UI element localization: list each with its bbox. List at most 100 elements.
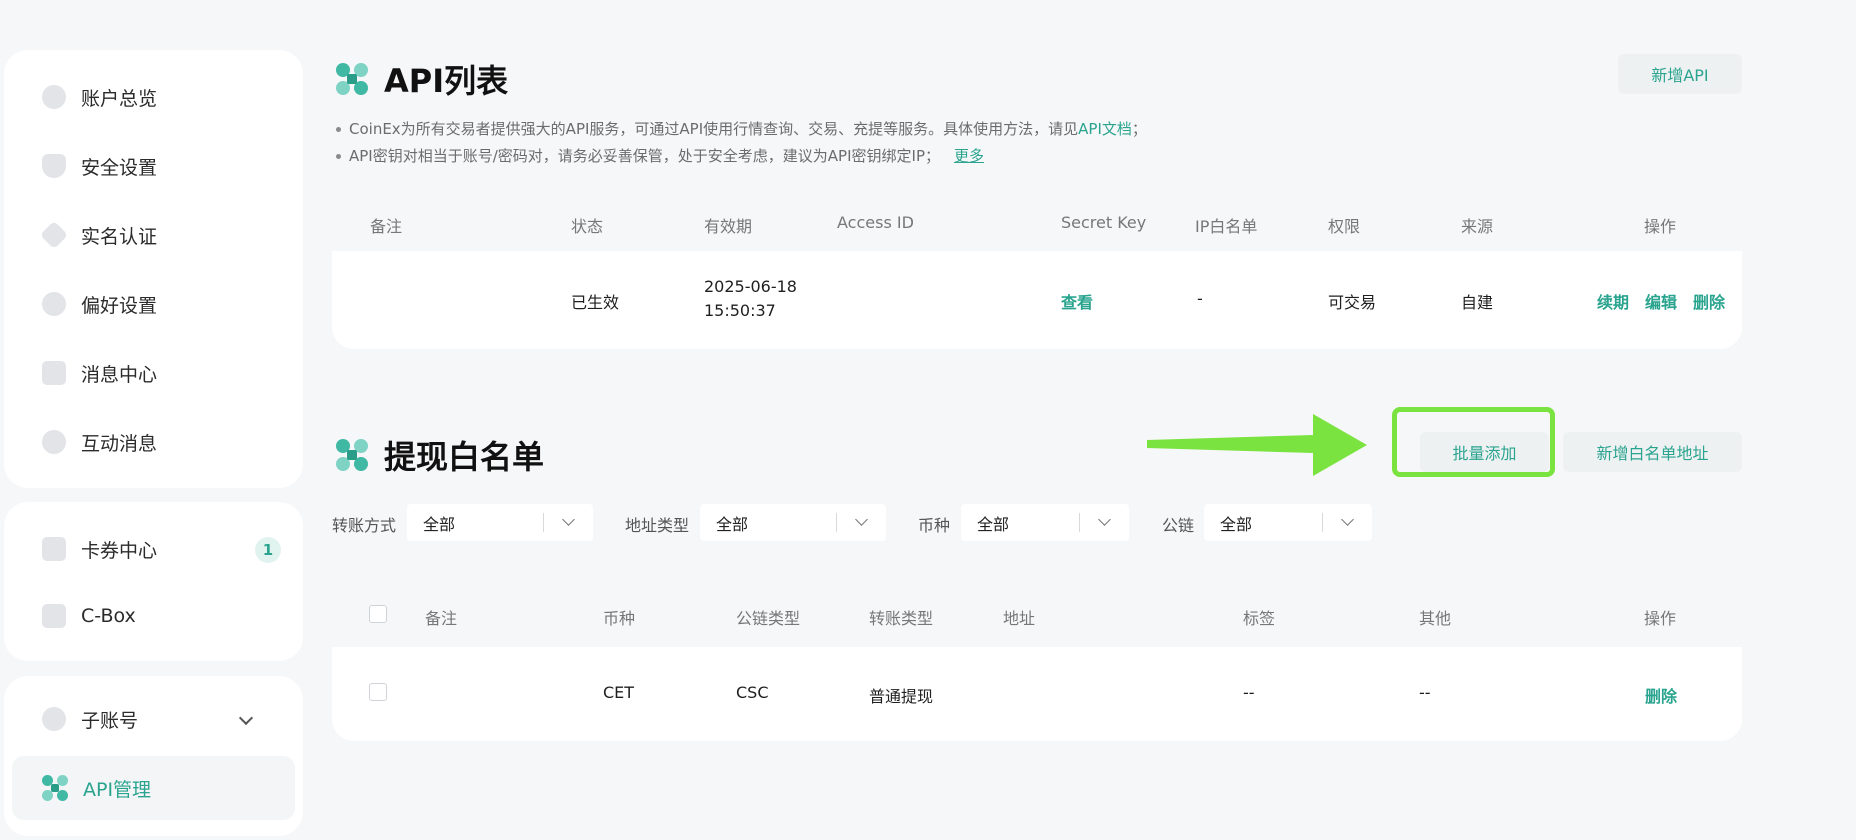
api-table-header: 备注 状态 有效期 Access ID Secret Key IP白名单 权限 … (332, 195, 1742, 251)
section-title: 提现白名单 (384, 438, 545, 476)
expiry-date-cell: 2025-06-18 (704, 277, 797, 296)
chat-bubble-icon (42, 430, 66, 454)
select-all-checkbox[interactable] (369, 605, 387, 623)
chevron-down-icon (1341, 513, 1354, 526)
select-value: 全部 (977, 514, 1010, 534)
transfer-type-cell: 普通提现 (869, 687, 934, 706)
bullet-icon (336, 154, 341, 159)
chevron-down-icon (855, 513, 868, 526)
note-text-end: ； (1131, 120, 1147, 138)
filter-label-coin: 币种 (918, 516, 951, 535)
column-header: 备注 (425, 609, 458, 628)
arrow-annotation-icon (1147, 414, 1367, 476)
sidebar-item-coupons[interactable]: 卡券中心 1 (12, 517, 295, 581)
sidebar-item-label: 子账号 (81, 709, 139, 732)
select-value: 全部 (1220, 514, 1253, 534)
count-badge: 1 (255, 537, 281, 563)
api-note-2: API密钥对相当于账号/密码对，请务必妥善保管，处于安全考虑，建议为API密钥绑… (336, 143, 1147, 170)
expiry-time-cell: 15:50:37 (704, 301, 776, 320)
sidebar-item-label: 卡券中心 (81, 539, 158, 562)
note-text: CoinEx为所有交易者提供强大的API服务，可通过API使用行情查询、交易、充… (349, 120, 1079, 138)
select-divider (1322, 513, 1323, 532)
sidebar-item-label: 消息中心 (81, 363, 158, 386)
delete-link[interactable]: 删除 (1645, 683, 1677, 707)
chain-cell: CSC (736, 683, 769, 702)
box-icon (42, 604, 66, 628)
other-cell: -- (1419, 683, 1431, 702)
sidebar-item-cbox[interactable]: C-Box (12, 584, 295, 648)
ip-whitelist-cell: - (1197, 289, 1203, 308)
whitelist-table: 备注 币种 公链类型 转账类型 地址 标签 其他 操作 CET CSC 普通提现… (332, 584, 1742, 741)
address-type-select[interactable]: 全部 (700, 504, 886, 541)
sidebar-item-label: C-Box (81, 605, 136, 627)
add-api-button[interactable]: 新增API (1618, 54, 1742, 94)
column-header: 来源 (1461, 217, 1494, 236)
table-row: CET CSC 普通提现 -- -- 删除 (332, 647, 1742, 741)
column-header: 状态 (571, 217, 604, 236)
column-header: 公链类型 (736, 609, 801, 628)
sidebar-item-api-management[interactable]: API管理 (12, 756, 295, 820)
add-whitelist-address-button[interactable]: 新增白名单地址 (1563, 432, 1742, 472)
chain-select[interactable]: 全部 (1204, 504, 1372, 541)
column-header: 其他 (1419, 609, 1452, 628)
edit-link[interactable]: 编辑 (1645, 289, 1677, 313)
bullet-icon (336, 127, 341, 132)
column-header: 有效期 (704, 217, 753, 236)
select-divider (836, 513, 837, 532)
sidebar-item-sub-accounts[interactable]: 子账号 (12, 687, 295, 751)
batch-add-button[interactable]: 批量添加 (1420, 432, 1549, 472)
api-table: 备注 状态 有效期 Access ID Secret Key IP白名单 权限 … (332, 195, 1742, 349)
view-secret-key-link[interactable]: 查看 (1061, 289, 1093, 313)
table-row: 已生效 2025-06-18 15:50:37 查看 - 可交易 自建 续期 编… (332, 251, 1742, 349)
sidebar-item-security[interactable]: 安全设置 (12, 134, 295, 198)
select-divider (543, 513, 544, 532)
sidebar-item-label: 实名认证 (81, 225, 158, 248)
more-link[interactable]: 更多 (954, 143, 984, 170)
api-docs-link[interactable]: API文档 (1078, 116, 1132, 143)
api-notes: CoinEx为所有交易者提供强大的API服务，可通过API使用行情查询、交易、充… (336, 116, 1147, 170)
sidebar-item-messages[interactable]: 消息中心 (12, 341, 295, 405)
whitelist-logo-icon (336, 439, 368, 471)
sidebar-group-api: 子账号 API管理 (4, 676, 303, 836)
whitelist-section-header: 提现白名单 (336, 432, 544, 478)
renew-link[interactable]: 续期 (1597, 289, 1629, 313)
select-value: 全部 (716, 514, 749, 534)
sidebar-item-kyc[interactable]: 实名认证 (12, 203, 295, 267)
transfer-method-select[interactable]: 全部 (407, 504, 593, 541)
select-divider (1079, 513, 1080, 532)
gear-icon (42, 292, 66, 316)
column-header: 操作 (1644, 217, 1677, 236)
tag-cell: -- (1243, 683, 1255, 702)
column-header: 地址 (1003, 609, 1036, 628)
column-header: Secret Key (1061, 213, 1147, 232)
sub-account-icon (42, 707, 66, 731)
page-title: API列表 (384, 62, 509, 100)
pie-chart-icon (42, 85, 66, 109)
filter-label-address-type: 地址类型 (625, 516, 690, 535)
row-checkbox[interactable] (369, 683, 387, 701)
sidebar-item-label: 偏好设置 (81, 294, 158, 317)
status-cell: 已生效 (571, 293, 620, 312)
sidebar-item-label: 账户总览 (81, 87, 158, 110)
chevron-down-icon[interactable] (238, 710, 254, 726)
source-cell: 自建 (1461, 293, 1494, 312)
column-header: 转账类型 (869, 609, 934, 628)
permission-cell: 可交易 (1328, 293, 1377, 312)
id-diamond-icon (39, 220, 69, 250)
sidebar-item-preferences[interactable]: 偏好设置 (12, 272, 295, 336)
filter-label-transfer-method: 转账方式 (332, 516, 397, 535)
column-header: 标签 (1243, 609, 1276, 628)
coupon-icon (42, 537, 66, 561)
column-header: 操作 (1644, 609, 1677, 628)
sidebar-item-account-overview[interactable]: 账户总览 (12, 65, 295, 129)
column-header: 币种 (603, 609, 636, 628)
sidebar-item-label: 互动消息 (81, 432, 158, 455)
column-header: Access ID (837, 213, 914, 232)
column-header: 权限 (1328, 217, 1361, 236)
sidebar-item-label: 安全设置 (81, 156, 158, 179)
coin-select[interactable]: 全部 (961, 504, 1129, 541)
sidebar-item-interactions[interactable]: 互动消息 (12, 410, 295, 474)
api-logo-icon (336, 63, 368, 95)
delete-link[interactable]: 删除 (1693, 289, 1725, 313)
api-note-1: CoinEx为所有交易者提供强大的API服务，可通过API使用行情查询、交易、充… (336, 116, 1147, 143)
